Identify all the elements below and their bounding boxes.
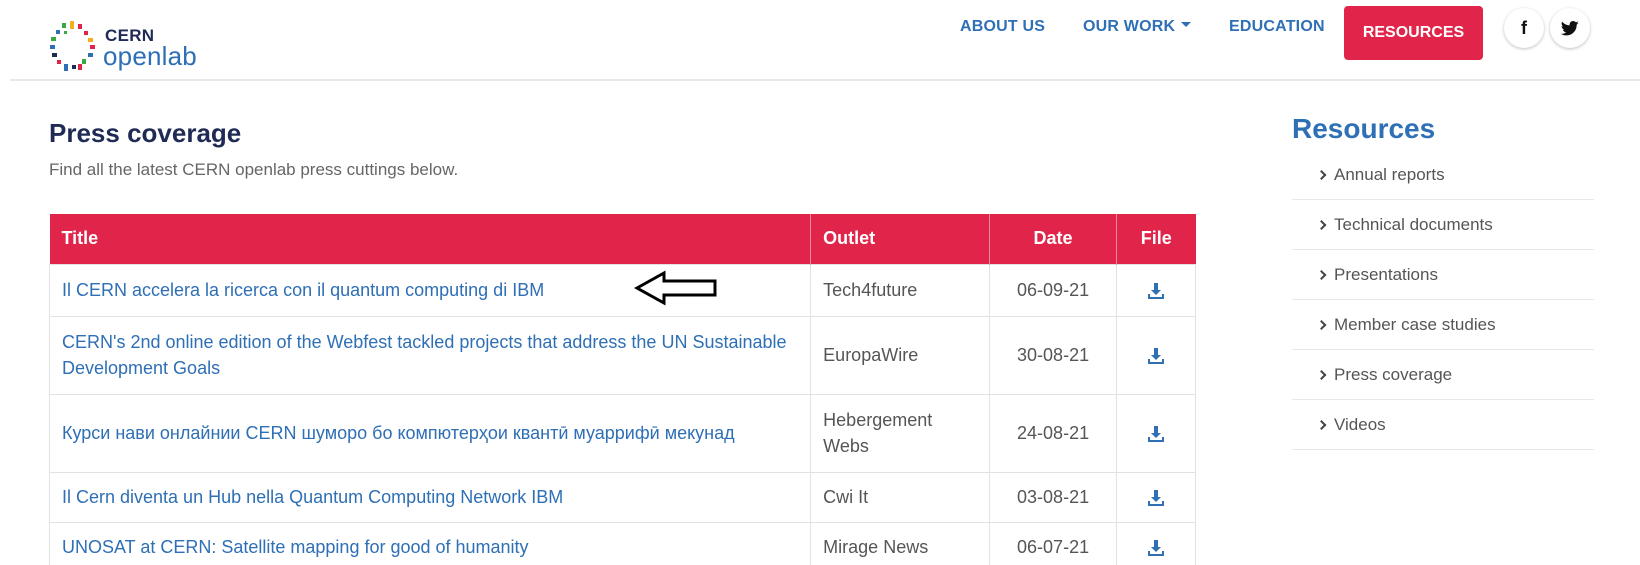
- page-title: Press coverage: [49, 118, 242, 148]
- cern-openlab-logo[interactable]: CERN openlab: [48, 20, 218, 75]
- chevron-right-icon: [1316, 219, 1327, 230]
- twitter-icon[interactable]: [1550, 8, 1590, 48]
- row-date-cell: 03-08-21: [989, 471, 1118, 523]
- sidebar-item-label: Presentations: [1334, 264, 1438, 284]
- chevron-right-icon: [1316, 419, 1327, 430]
- sidebar-item-press-coverage[interactable]: Press coverage: [1292, 350, 1594, 400]
- press-coverage-table: Title Outlet Date File Il CERN accelera …: [48, 214, 1196, 565]
- download-icon[interactable]: [1147, 425, 1165, 443]
- nav-our-work-label: OUR WORK: [1083, 18, 1176, 35]
- site-header: CERN openlab ABOUT US OUR WORK EDUCATION…: [0, 0, 1640, 81]
- download-icon[interactable]: [1147, 539, 1165, 557]
- article-link[interactable]: Il CERN accelera la ricerca con il quant…: [62, 280, 544, 300]
- table-row: Курси нави онлайнии CERN шуморо бо компю…: [48, 393, 1196, 473]
- sidebar-item-presentations[interactable]: Presentations: [1292, 250, 1594, 300]
- table-row: Il Cern diventa un Hub nella Quantum Com…: [48, 471, 1196, 523]
- caret-down-icon: [1181, 22, 1192, 28]
- column-header-title: Title: [49, 214, 812, 264]
- row-file-cell: [1116, 315, 1196, 395]
- row-outlet-cell: Cwi It: [810, 471, 991, 523]
- row-file-cell: [1116, 393, 1196, 473]
- row-date-cell: 30-08-21: [989, 315, 1118, 395]
- table-row: CERN's 2nd online edition of the Webfest…: [48, 315, 1196, 395]
- article-link[interactable]: CERN's 2nd online edition of the Webfest…: [62, 332, 787, 378]
- sidebar-item-technical-documents[interactable]: Technical documents: [1292, 200, 1594, 250]
- download-icon[interactable]: [1147, 282, 1165, 300]
- row-outlet-cell: EuropaWire: [810, 315, 991, 395]
- article-link[interactable]: UNOSAT at CERN: Satellite mapping for go…: [62, 537, 529, 557]
- nav-our-work[interactable]: OUR WORK: [1083, 18, 1192, 36]
- article-link[interactable]: Курси нави онлайнии CERN шуморо бо компю…: [62, 423, 735, 443]
- left-arrow-annotation-icon: [634, 270, 717, 306]
- nav-education[interactable]: EDUCATION: [1229, 18, 1325, 36]
- column-header-date: Date: [989, 214, 1118, 264]
- download-icon[interactable]: [1147, 489, 1165, 507]
- nav-resources-button[interactable]: RESOURCES: [1344, 6, 1483, 60]
- row-file-cell: [1116, 263, 1196, 317]
- chevron-right-icon: [1316, 269, 1327, 280]
- sidebar-item-videos[interactable]: Videos: [1292, 400, 1594, 450]
- row-date-cell: 24-08-21: [989, 393, 1118, 473]
- row-date-cell: 06-07-21: [989, 521, 1118, 565]
- page-subtitle: Find all the latest CERN openlab press c…: [49, 160, 459, 179]
- column-header-file: File: [1116, 214, 1196, 264]
- nav-about-us[interactable]: ABOUT US: [960, 18, 1045, 36]
- download-icon[interactable]: [1147, 347, 1165, 365]
- article-link[interactable]: Il Cern diventa un Hub nella Quantum Com…: [62, 487, 563, 507]
- sidebar-title: Resources: [1292, 113, 1436, 144]
- row-outlet-cell: Tech4future: [810, 263, 991, 317]
- logo-dots-icon: [50, 21, 95, 71]
- row-file-cell: [1116, 471, 1196, 523]
- row-outlet-cell: Mirage News: [810, 521, 991, 565]
- twitter-bird-icon: [1561, 20, 1579, 35]
- row-title-cell: UNOSAT at CERN: Satellite mapping for go…: [48, 521, 812, 565]
- chevron-right-icon: [1316, 319, 1327, 330]
- row-title-cell: Курси нави онлайнии CERN шуморо бо компю…: [48, 393, 812, 473]
- logo-openlab-text: openlab: [103, 41, 197, 71]
- sidebar-item-label: Technical documents: [1334, 214, 1493, 234]
- sidebar-item-label: Press coverage: [1334, 364, 1453, 384]
- chevron-right-icon: [1316, 369, 1327, 380]
- row-file-cell: [1116, 521, 1196, 565]
- facebook-icon[interactable]: f: [1504, 8, 1544, 48]
- row-outlet-cell: Hebergement Webs: [810, 393, 991, 473]
- header-divider: [10, 79, 1640, 81]
- table-row: Il CERN accelera la ricerca con il quant…: [48, 263, 1196, 317]
- table-row: UNOSAT at CERN: Satellite mapping for go…: [48, 521, 1196, 565]
- table-header-row: Title Outlet Date File: [49, 214, 1196, 264]
- chevron-right-icon: [1316, 169, 1327, 180]
- sidebar-item-member-case-studies[interactable]: Member case studies: [1292, 300, 1594, 350]
- row-title-cell: Il Cern diventa un Hub nella Quantum Com…: [48, 471, 812, 523]
- sidebar-item-annual-reports[interactable]: Annual reports: [1292, 150, 1594, 200]
- sidebar-resources-list: Annual reports Technical documents Prese…: [1292, 150, 1594, 450]
- sidebar-item-label: Member case studies: [1334, 314, 1496, 334]
- row-title-cell: CERN's 2nd online edition of the Webfest…: [48, 315, 812, 395]
- sidebar-item-label: Annual reports: [1334, 164, 1445, 184]
- sidebar-item-label: Videos: [1334, 414, 1386, 434]
- row-date-cell: 06-09-21: [989, 263, 1118, 317]
- column-header-outlet: Outlet: [810, 214, 991, 264]
